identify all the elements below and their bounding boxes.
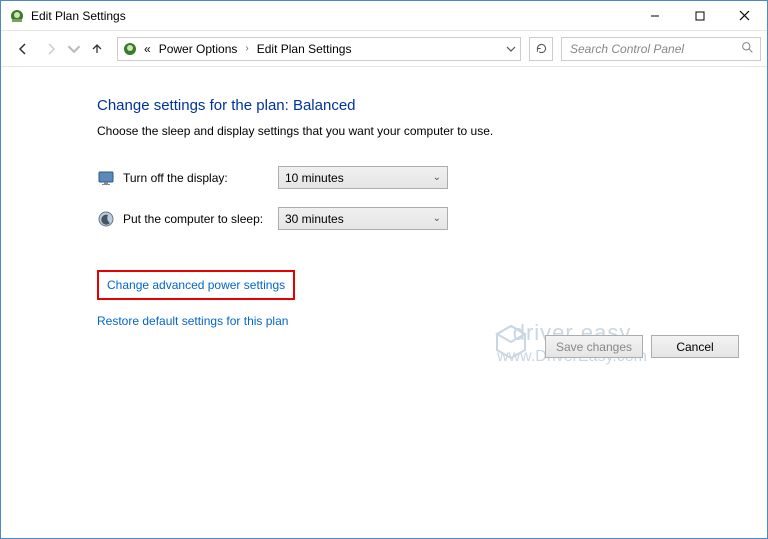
advanced-power-settings-link[interactable]: Change advanced power settings <box>107 278 285 292</box>
search-icon <box>741 41 754 57</box>
display-timeout-value: 10 minutes <box>285 171 344 185</box>
display-timeout-label: Turn off the display: <box>123 171 278 185</box>
chevron-right-icon: › <box>243 43 250 54</box>
chevron-down-icon: ⌄ <box>433 213 441 224</box>
minimize-button[interactable] <box>632 1 677 30</box>
breadcrumb-power-options[interactable]: Power Options <box>157 42 240 56</box>
cancel-button[interactable]: Cancel <box>651 335 739 358</box>
sleep-icon <box>97 210 115 228</box>
footer-buttons: Save changes Cancel <box>545 335 739 358</box>
sleep-timeout-label: Put the computer to sleep: <box>123 212 278 226</box>
display-timeout-select[interactable]: 10 minutes ⌄ <box>278 166 448 189</box>
navbar: « Power Options › Edit Plan Settings <box>1 31 767 67</box>
back-button[interactable] <box>11 37 35 61</box>
window-frame: Edit Plan Settings <box>0 0 768 539</box>
sleep-timeout-select[interactable]: 30 minutes ⌄ <box>278 207 448 230</box>
forward-button[interactable] <box>39 37 63 61</box>
up-button[interactable] <box>85 37 109 61</box>
maximize-button[interactable] <box>677 1 722 30</box>
watermark-logo-icon <box>495 324 527 360</box>
sleep-timeout-row: Put the computer to sleep: 30 minutes ⌄ <box>97 207 767 230</box>
page-heading: Change settings for the plan: Balanced <box>97 97 767 114</box>
search-box[interactable] <box>561 37 761 61</box>
restore-defaults-link[interactable]: Restore default settings for this plan <box>97 314 288 328</box>
window-title: Edit Plan Settings <box>31 9 126 23</box>
window-controls <box>632 1 767 30</box>
power-options-icon <box>9 8 25 24</box>
control-panel-icon <box>122 41 138 57</box>
close-button[interactable] <box>722 1 767 30</box>
sleep-timeout-value: 30 minutes <box>285 212 344 226</box>
recent-dropdown[interactable] <box>67 37 81 61</box>
address-bar[interactable]: « Power Options › Edit Plan Settings <box>117 37 521 61</box>
refresh-button[interactable] <box>529 37 553 61</box>
highlight-box: Change advanced power settings <box>97 270 295 300</box>
display-icon <box>97 169 115 187</box>
content-area: Change settings for the plan: Balanced C… <box>1 67 767 538</box>
search-input[interactable] <box>568 41 728 57</box>
chevron-down-icon[interactable] <box>506 44 516 54</box>
save-changes-button[interactable]: Save changes <box>545 335 643 358</box>
breadcrumb-edit-plan[interactable]: Edit Plan Settings <box>255 42 354 56</box>
page-subtext: Choose the sleep and display settings th… <box>97 124 767 138</box>
titlebar: Edit Plan Settings <box>1 1 767 31</box>
display-timeout-row: Turn off the display: 10 minutes ⌄ <box>97 166 767 189</box>
chevron-down-icon: ⌄ <box>433 172 441 183</box>
breadcrumb-sep: « <box>142 42 153 56</box>
